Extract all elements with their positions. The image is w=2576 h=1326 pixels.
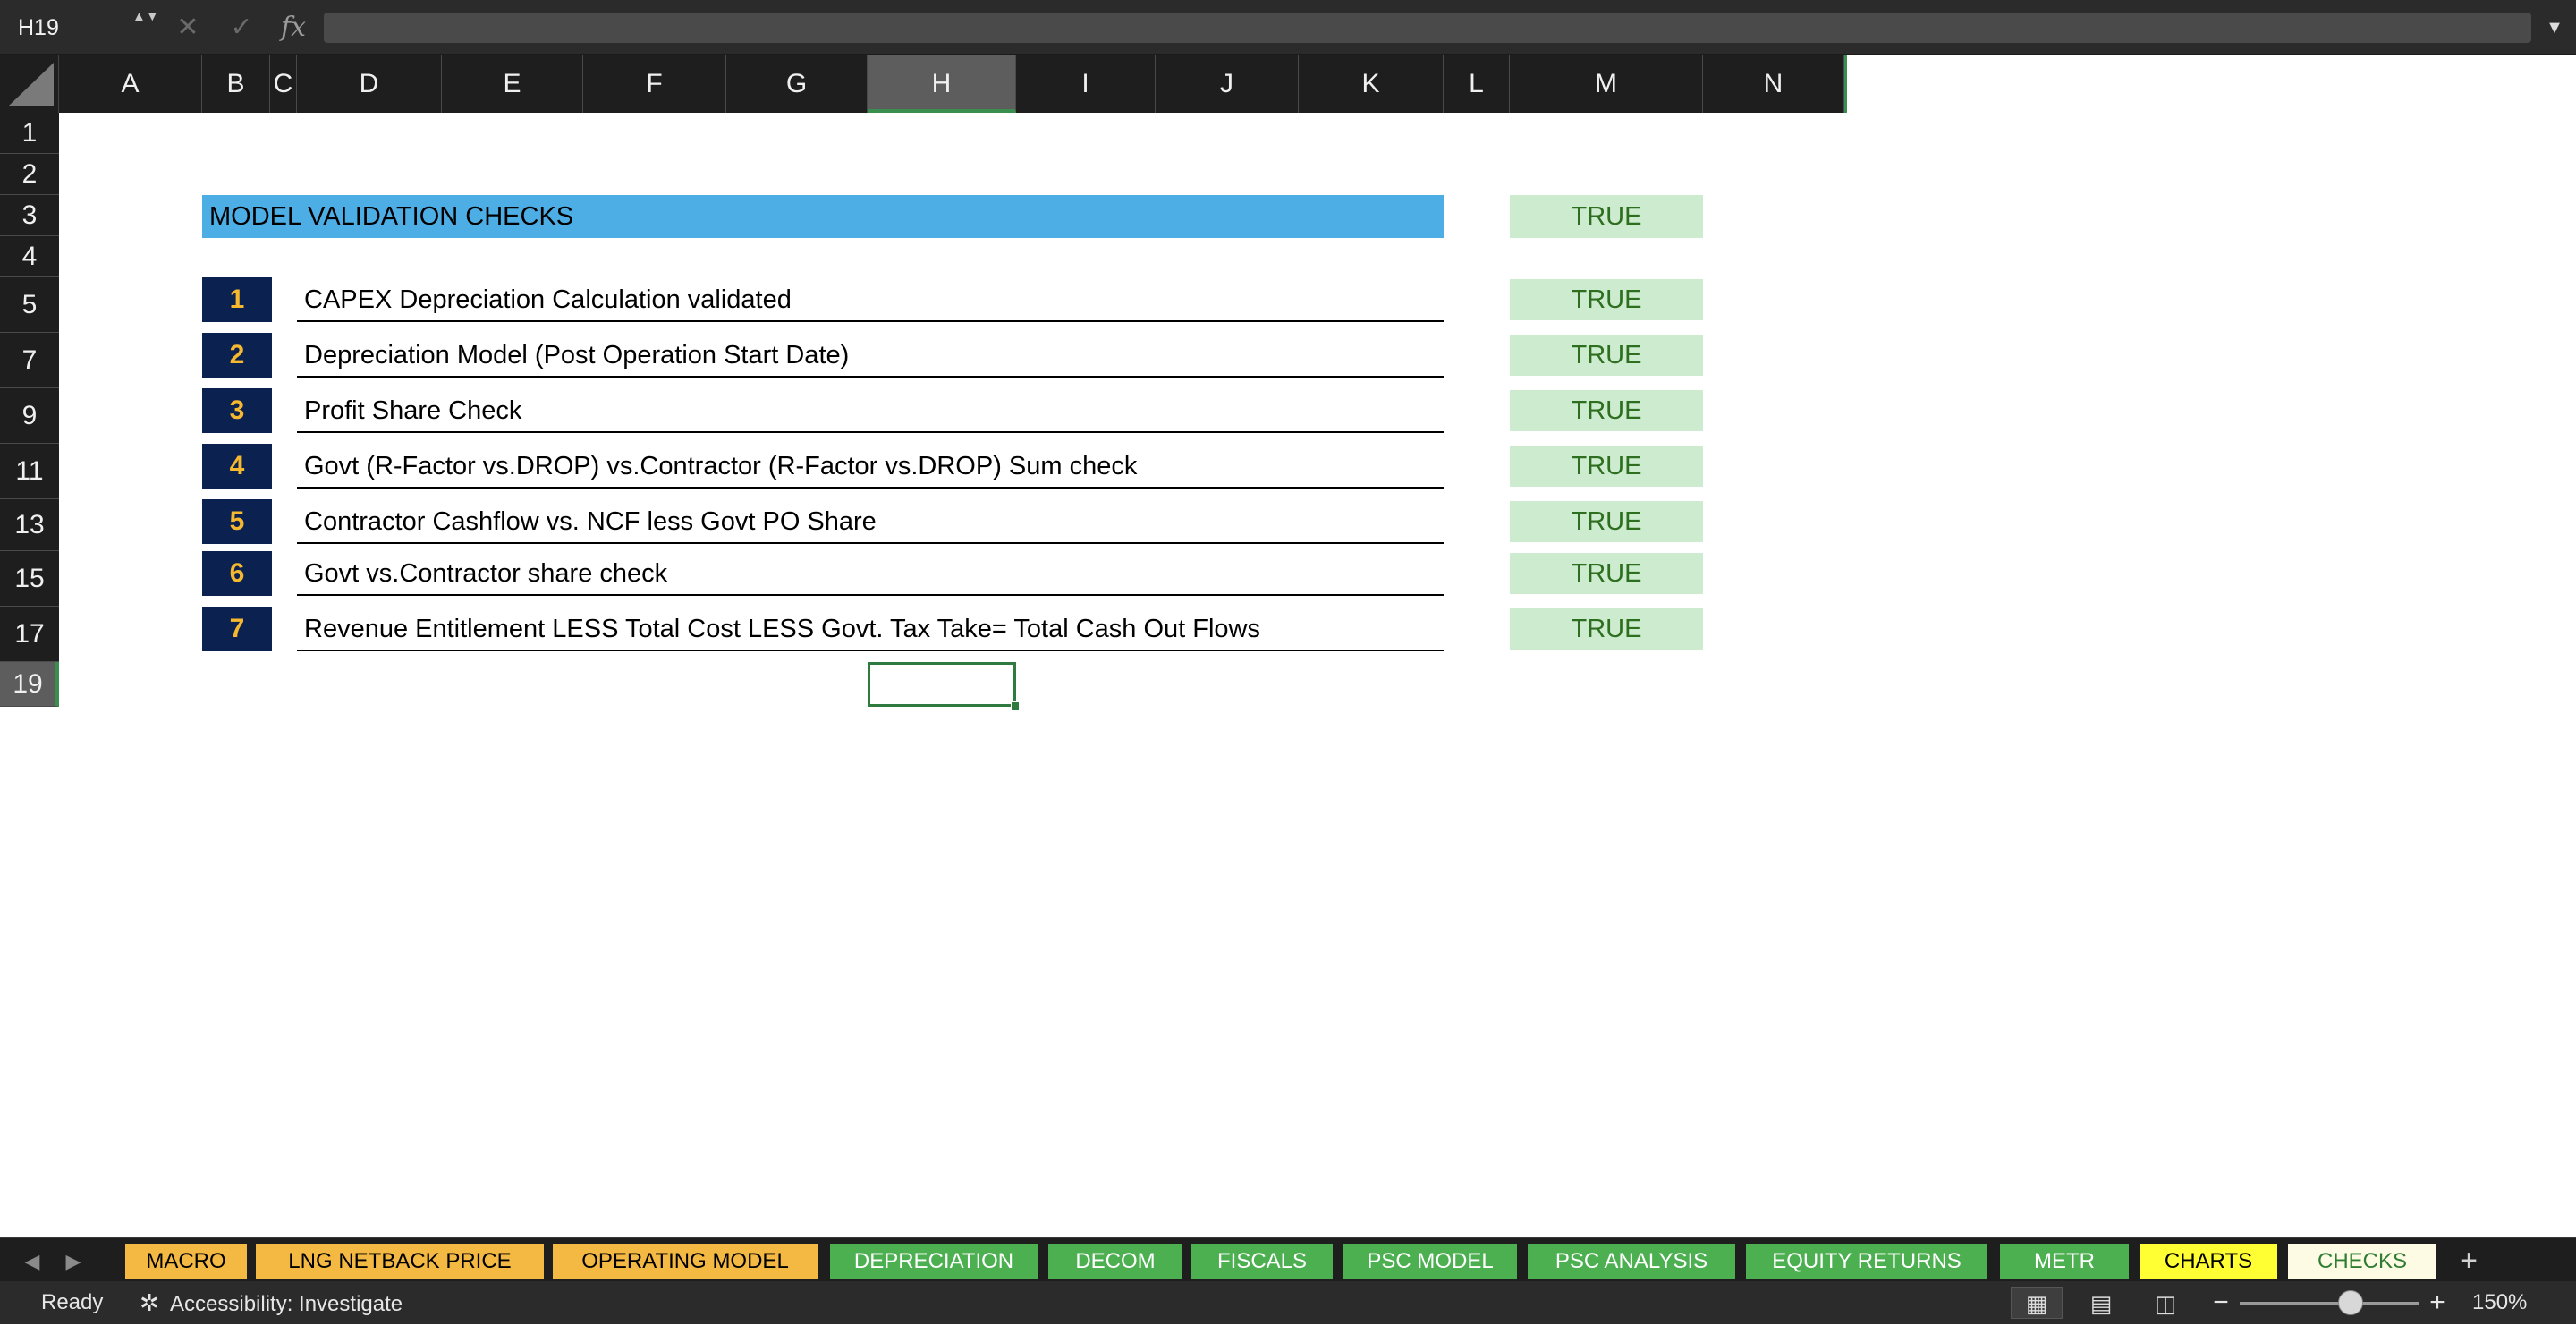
row-header[interactable]: 11 bbox=[0, 444, 59, 499]
accessibility-label: Accessibility: Investigate bbox=[170, 1292, 403, 1316]
sheet-tab-depreciation[interactable]: DEPRECIATION bbox=[830, 1244, 1038, 1279]
check-label-cell[interactable]: Depreciation Model (Post Operation Start… bbox=[297, 333, 1444, 378]
column-header-n[interactable]: N bbox=[1703, 55, 1844, 113]
fill-handle[interactable] bbox=[1011, 701, 1020, 710]
zoom-in-button[interactable]: + bbox=[2424, 1281, 2451, 1324]
check-result-cell[interactable]: TRUE bbox=[1510, 390, 1703, 431]
row-header[interactable]: 15 bbox=[0, 551, 59, 607]
formula-expand-icon[interactable]: ▼ bbox=[2537, 9, 2572, 47]
column-header-row: A B C D E F G H I J K L M N bbox=[0, 55, 1846, 113]
row-header[interactable]: 9 bbox=[0, 388, 59, 444]
column-header-l[interactable]: L bbox=[1444, 55, 1510, 113]
zoom-slider-thumb[interactable] bbox=[2338, 1290, 2363, 1315]
accessibility-icon: ✲ bbox=[140, 1289, 159, 1316]
formula-bar: H19 ▲▼ ✕ ✓ fx ▼ bbox=[0, 0, 2576, 55]
sheet-tab-psc-model[interactable]: PSC MODEL bbox=[1343, 1244, 1517, 1279]
previous-sheet-icon[interactable]: ◀ bbox=[16, 1244, 48, 1279]
row-header-column: 1 2 3 4 5 7 9 11 13 15 17 19 bbox=[0, 113, 61, 707]
sheet-tab-lng-netback-price[interactable]: LNG NETBACK PRICE bbox=[256, 1244, 544, 1279]
column-header-g[interactable]: G bbox=[726, 55, 868, 113]
check-number-cell[interactable]: 4 bbox=[202, 444, 272, 489]
sheet-tab-bar: ◀ ▶ MACRO LNG NETBACK PRICE OPERATING MO… bbox=[0, 1237, 2576, 1281]
column-header-edge bbox=[1844, 55, 1847, 113]
row-header[interactable]: 2 bbox=[0, 154, 59, 195]
check-result-cell[interactable]: TRUE bbox=[1510, 446, 1703, 487]
formula-input[interactable] bbox=[324, 13, 2531, 43]
check-label-cell[interactable]: Contractor Cashflow vs. NCF less Govt PO… bbox=[297, 499, 1444, 544]
check-label-cell[interactable]: CAPEX Depreciation Calculation validated bbox=[297, 277, 1444, 322]
name-box-stepper-icon[interactable]: ▲▼ bbox=[132, 9, 159, 47]
column-header-f[interactable]: F bbox=[583, 55, 726, 113]
check-label-cell[interactable]: Revenue Entitlement LESS Total Cost LESS… bbox=[297, 607, 1444, 651]
page-break-view-icon[interactable]: ◫ bbox=[2140, 1287, 2191, 1319]
column-header-b[interactable]: B bbox=[202, 55, 270, 113]
column-header-i[interactable]: I bbox=[1016, 55, 1156, 113]
check-result-cell[interactable]: TRUE bbox=[1510, 608, 1703, 650]
column-header-h[interactable]: H bbox=[868, 55, 1016, 113]
status-ready: Ready bbox=[41, 1290, 104, 1314]
validation-summary-result[interactable]: TRUE bbox=[1510, 195, 1703, 238]
column-header-c[interactable]: C bbox=[270, 55, 297, 113]
row-header[interactable]: 3 bbox=[0, 195, 59, 236]
column-header-e[interactable]: E bbox=[442, 55, 583, 113]
cancel-icon[interactable]: ✕ bbox=[170, 9, 206, 47]
select-all-button[interactable] bbox=[0, 55, 59, 113]
insert-function-icon[interactable]: fx bbox=[275, 9, 311, 47]
check-result-cell[interactable]: TRUE bbox=[1510, 335, 1703, 376]
accessibility-status[interactable]: ✲ Accessibility: Investigate bbox=[140, 1281, 402, 1326]
row-header[interactable]: 7 bbox=[0, 333, 59, 388]
row-header[interactable]: 4 bbox=[0, 236, 59, 277]
column-header-j[interactable]: J bbox=[1156, 55, 1299, 113]
status-bar: Ready ✲ Accessibility: Investigate ▦ ▤ ◫ … bbox=[0, 1281, 2576, 1324]
sheet-tab-psc-analysis[interactable]: PSC ANALYSIS bbox=[1528, 1244, 1735, 1279]
zoom-slider-track[interactable] bbox=[2240, 1302, 2419, 1305]
sheet-tab-checks[interactable]: CHECKS bbox=[2288, 1244, 2436, 1279]
check-number-cell[interactable]: 2 bbox=[202, 333, 272, 378]
check-label-cell[interactable]: Profit Share Check bbox=[297, 388, 1444, 433]
row-header[interactable]: 1 bbox=[0, 113, 59, 154]
sheet-tab-metr[interactable]: METR bbox=[2000, 1244, 2129, 1279]
row-header[interactable]: 19 bbox=[0, 662, 59, 707]
row-header[interactable]: 13 bbox=[0, 499, 59, 551]
column-header-k[interactable]: K bbox=[1299, 55, 1444, 113]
row-header[interactable]: 17 bbox=[0, 607, 59, 662]
column-header-a[interactable]: A bbox=[59, 55, 202, 113]
sheet-tab-equity-returns[interactable]: EQUITY RETURNS bbox=[1746, 1244, 1987, 1279]
sheet-tab-decom[interactable]: DECOM bbox=[1048, 1244, 1182, 1279]
sheet-tab-macro[interactable]: MACRO bbox=[125, 1244, 247, 1279]
zoom-out-button[interactable]: − bbox=[2207, 1281, 2234, 1324]
check-label-cell[interactable]: Govt vs.Contractor share check bbox=[297, 551, 1444, 596]
column-header-d[interactable]: D bbox=[297, 55, 442, 113]
check-label-cell[interactable]: Govt (R-Factor vs.DROP) vs.Contractor (R… bbox=[297, 444, 1444, 489]
add-sheet-button[interactable]: + bbox=[2451, 1242, 2487, 1279]
check-number-cell[interactable]: 5 bbox=[202, 499, 272, 544]
column-header-m[interactable]: M bbox=[1510, 55, 1703, 113]
row-header[interactable]: 5 bbox=[0, 277, 59, 333]
check-number-cell[interactable]: 7 bbox=[202, 607, 272, 651]
check-number-cell[interactable]: 3 bbox=[202, 388, 272, 433]
check-result-cell[interactable]: TRUE bbox=[1510, 501, 1703, 542]
sheet-tab-operating-model[interactable]: OPERATING MODEL bbox=[553, 1244, 818, 1279]
normal-view-icon[interactable]: ▦ bbox=[2011, 1287, 2063, 1319]
check-number-cell[interactable]: 1 bbox=[202, 277, 272, 322]
page-layout-view-icon[interactable]: ▤ bbox=[2075, 1287, 2127, 1319]
zoom-level[interactable]: 150% bbox=[2472, 1281, 2527, 1324]
select-all-icon bbox=[9, 63, 54, 106]
active-cell-h19[interactable] bbox=[868, 662, 1020, 710]
next-sheet-icon[interactable]: ▶ bbox=[57, 1244, 89, 1279]
check-result-cell[interactable]: TRUE bbox=[1510, 279, 1703, 320]
enter-icon[interactable]: ✓ bbox=[224, 9, 259, 47]
sheet-tab-charts[interactable]: CHARTS bbox=[2140, 1244, 2277, 1279]
check-result-cell[interactable]: TRUE bbox=[1510, 553, 1703, 594]
sheet-tab-fiscals[interactable]: FISCALS bbox=[1191, 1244, 1333, 1279]
check-number-cell[interactable]: 6 bbox=[202, 551, 272, 596]
validation-title-cell[interactable]: MODEL VALIDATION CHECKS bbox=[202, 195, 1444, 238]
